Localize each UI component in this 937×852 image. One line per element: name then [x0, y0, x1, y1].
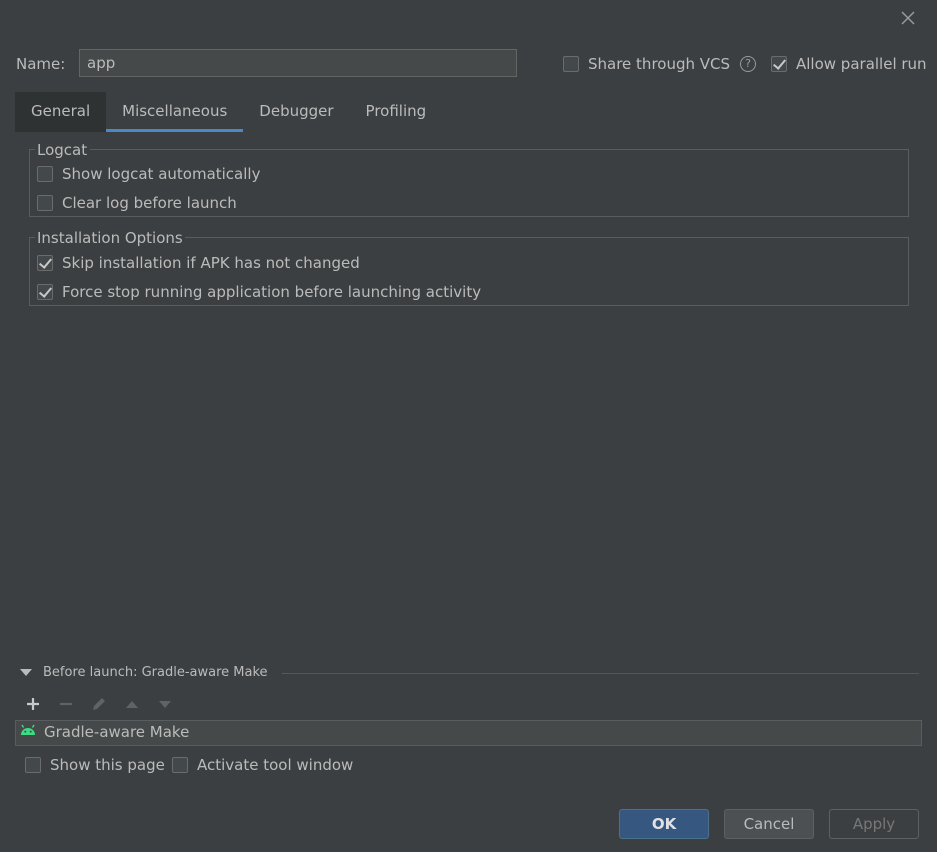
skip-installation-checkbox[interactable]: Skip installation if APK has not changed — [37, 253, 360, 273]
share-vcs-label: Share through VCS — [588, 55, 731, 73]
force-stop-label: Force stop running application before la… — [62, 283, 482, 301]
apply-button[interactable]: Apply — [829, 809, 919, 839]
show-this-page-box[interactable] — [25, 757, 41, 773]
remove-icon[interactable] — [55, 693, 77, 715]
before-launch-toolbar — [22, 693, 187, 715]
share-vcs-checkbox[interactable]: Share through VCS ? — [563, 54, 757, 74]
run-configuration-dialog: Name: Share through VCS ? Allow parallel… — [0, 0, 937, 852]
cancel-button[interactable]: Cancel — [724, 809, 814, 839]
installation-title: Installation Options — [35, 229, 185, 247]
before-launch-task-list: Gradle-aware Make — [15, 720, 922, 746]
tab-profiling[interactable]: Profiling — [350, 92, 443, 132]
tab-bar: General Miscellaneous Debugger Profiling — [15, 92, 442, 132]
collapse-triangle-icon[interactable] — [20, 669, 32, 676]
name-input[interactable] — [79, 49, 517, 77]
clear-log-box[interactable] — [37, 195, 53, 211]
force-stop-checkbox[interactable]: Force stop running application before la… — [37, 282, 481, 302]
skip-installation-label: Skip installation if APK has not changed — [62, 254, 360, 272]
clear-log-checkbox[interactable]: Clear log before launch — [37, 193, 237, 213]
allow-parallel-label: Allow parallel run — [796, 55, 927, 73]
ok-button[interactable]: OK — [619, 809, 709, 839]
activate-tool-window-label: Activate tool window — [197, 756, 354, 774]
show-logcat-checkbox[interactable]: Show logcat automatically — [37, 164, 260, 184]
android-icon — [20, 723, 36, 741]
tab-miscellaneous[interactable]: Miscellaneous — [106, 92, 244, 132]
before-launch-header[interactable]: Before launch: Gradle-aware Make — [18, 665, 268, 680]
tab-debugger[interactable]: Debugger — [243, 92, 349, 132]
add-icon[interactable] — [22, 693, 44, 715]
close-icon[interactable] — [898, 8, 918, 28]
task-label: Gradle-aware Make — [44, 723, 190, 741]
show-logcat-box[interactable] — [37, 166, 53, 182]
force-stop-box[interactable] — [37, 284, 53, 300]
before-launch-separator — [282, 673, 919, 674]
activate-tool-window-box[interactable] — [172, 757, 188, 773]
help-icon[interactable]: ? — [740, 56, 757, 72]
activate-tool-window-checkbox[interactable]: Activate tool window — [172, 755, 353, 775]
allow-parallel-checkbox[interactable]: Allow parallel run — [771, 54, 927, 74]
list-item[interactable]: Gradle-aware Make — [20, 723, 189, 741]
move-up-icon[interactable] — [121, 693, 143, 715]
before-launch-title: Before launch: Gradle-aware Make — [43, 665, 268, 680]
share-vcs-box[interactable] — [563, 56, 579, 72]
move-down-icon[interactable] — [154, 693, 176, 715]
show-this-page-label: Show this page — [50, 756, 165, 774]
edit-icon[interactable] — [88, 693, 110, 715]
tab-general[interactable]: General — [15, 92, 107, 132]
skip-installation-box[interactable] — [37, 255, 53, 271]
allow-parallel-box[interactable] — [771, 56, 787, 72]
clear-log-label: Clear log before launch — [62, 194, 237, 212]
logcat-title: Logcat — [35, 141, 90, 159]
show-this-page-checkbox[interactable]: Show this page — [25, 755, 165, 775]
show-logcat-label: Show logcat automatically — [62, 165, 261, 183]
name-label: Name: — [16, 55, 66, 73]
